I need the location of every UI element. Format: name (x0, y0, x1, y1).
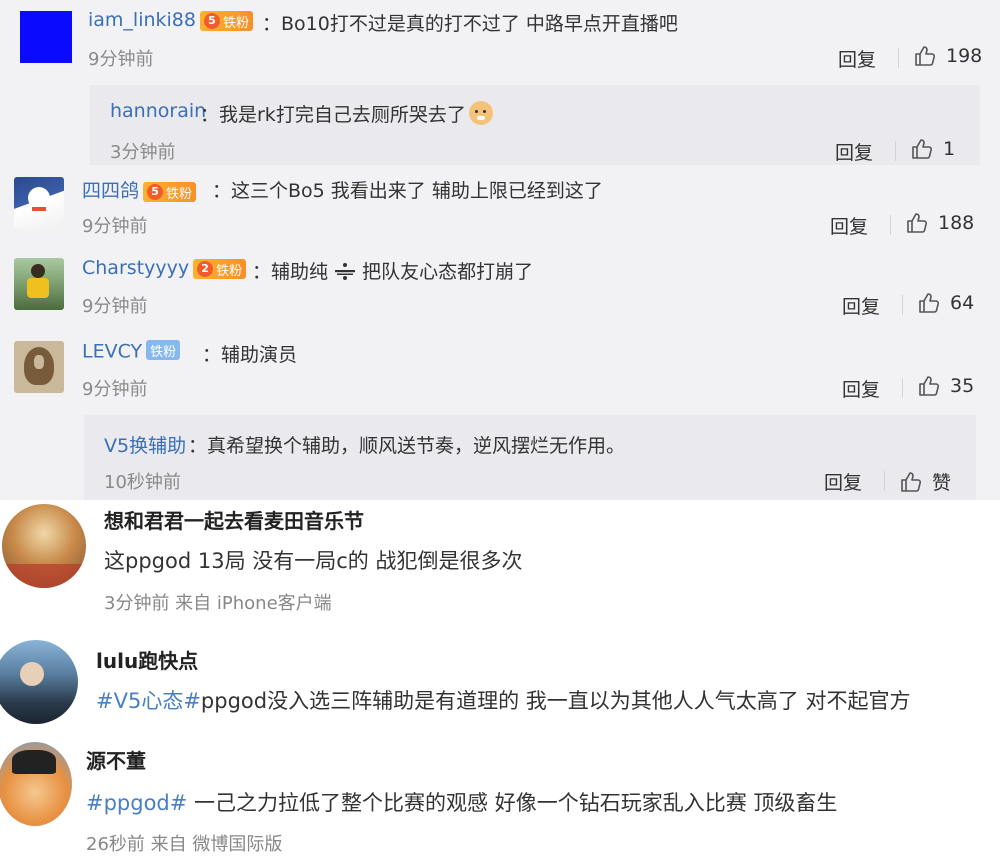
divide-icon (335, 263, 356, 280)
divider (890, 215, 891, 235)
username[interactable]: iam_linki88 5 铁粉 (88, 9, 254, 31)
reply-button[interactable]: 回复 (842, 292, 880, 319)
username[interactable]: 四四鸽 5 铁粉 (82, 176, 197, 203)
fan-badge-label: 铁粉 (150, 344, 177, 360)
fan-badge-label: 铁粉 (223, 15, 250, 31)
avatar[interactable] (2, 504, 86, 588)
fan-badge-label: 铁粉 (216, 263, 243, 279)
comment-text-part: 把队友心态都打崩了 (362, 261, 534, 283)
fan-badge: 铁粉 (146, 340, 181, 360)
comment-text: ：辅助纯 把队友心态都打崩了 (252, 257, 533, 284)
timestamp: 9分钟前 (82, 216, 148, 237)
post-text: 这ppgod 13局 没有一局c的 战犯倒是很多次 (104, 549, 523, 573)
like-count: 35 (950, 375, 975, 397)
divider (898, 48, 899, 68)
avatar[interactable] (0, 742, 72, 826)
reply-button[interactable]: 回复 (835, 138, 873, 165)
topic-link[interactable]: #V5心态# (96, 689, 201, 713)
crown-icon: 5 (204, 13, 220, 29)
fan-badge: 2 铁粉 (193, 259, 247, 279)
username[interactable]: hannorain (110, 100, 206, 122)
like-button[interactable]: 198 (914, 45, 982, 67)
username-text[interactable]: hannorain (110, 100, 206, 122)
doge-emoji-icon (468, 101, 493, 125)
thumbs-up-icon (907, 213, 928, 233)
reply-button[interactable]: 回复 (830, 212, 868, 239)
username-text[interactable]: LEVCY (82, 341, 142, 363)
post-username[interactable]: lulu跑快点 (96, 645, 198, 674)
crown-icon: 2 (197, 261, 214, 277)
username[interactable]: Charstyyyy 2 铁粉 (82, 257, 247, 279)
like-count: 188 (938, 212, 975, 234)
timestamp: 9分钟前 (82, 379, 148, 400)
topic-link[interactable]: #ppgod# (86, 791, 187, 815)
divider (884, 471, 885, 491)
reply-button[interactable]: 回复 (842, 375, 880, 402)
avatar[interactable] (14, 177, 64, 229)
fan-badge-label: 铁粉 (166, 186, 193, 202)
post-meta: 26秒前 来自 微博国际版 (86, 834, 283, 855)
avatar[interactable] (14, 341, 64, 393)
avatar[interactable] (14, 258, 64, 310)
crown-icon: 5 (147, 184, 164, 200)
fan-badge: 5 铁粉 (200, 11, 254, 31)
like-button[interactable]: 1 (911, 138, 955, 160)
thumbs-up-icon (915, 46, 936, 66)
reply-button[interactable]: 回复 (838, 45, 876, 72)
thumbs-up-icon (919, 376, 940, 396)
username-text[interactable]: 四四鸽 (82, 180, 139, 202)
comment-text: ：辅助演员 (202, 344, 298, 366)
like-button[interactable]: 赞 (900, 468, 951, 495)
timestamp: 3分钟前 (110, 142, 176, 163)
divider (895, 141, 896, 161)
post-text: #ppgod# 一己之力拉低了整个比赛的观感 好像一个钻石玩家乱入比赛 顶级畜生 (86, 787, 837, 817)
post-text: #V5心态#ppgod没入选三阵辅助是有道理的 我一直以为其他人人气太高了 对不… (96, 685, 910, 715)
thumbs-up-icon (919, 293, 940, 313)
post-username[interactable]: 源不董 (86, 745, 146, 774)
fan-badge: 5 铁粉 (143, 182, 197, 202)
avatar[interactable] (0, 640, 78, 724)
like-count: 64 (950, 292, 975, 314)
username-text[interactable]: Charstyyyy (82, 257, 189, 279)
timestamp: 9分钟前 (88, 49, 154, 70)
comment-text: ：真希望换个辅助，顺风送节奏，逆风摆烂无作用。 (188, 435, 626, 457)
like-button[interactable]: 35 (918, 375, 974, 397)
comment-text-part: ：辅助纯 (252, 261, 329, 283)
post-text-body: 一己之力拉低了整个比赛的观感 好像一个钻石玩家乱入比赛 顶级畜生 (187, 791, 838, 815)
like-count: 198 (946, 45, 983, 67)
like-count: 赞 (932, 472, 952, 494)
divider (902, 378, 903, 398)
post-meta: 3分钟前 来自 iPhone客户端 (104, 593, 332, 614)
like-button[interactable]: 64 (918, 292, 974, 314)
timestamp: 10秒钟前 (104, 472, 181, 493)
comment-text: ：Bo10打不过是真的打不过了 中路早点开直播吧 (262, 13, 678, 35)
avatar[interactable] (20, 11, 72, 63)
username[interactable]: LEVCY 铁粉 (82, 340, 181, 363)
username-text[interactable]: iam_linki88 (88, 9, 196, 31)
timestamp: 9分钟前 (82, 296, 148, 317)
comment-text: ：我是rk打完自己去厕所哭去了 (200, 100, 493, 127)
username[interactable]: V5换辅助 (104, 431, 186, 458)
divider (902, 295, 903, 315)
username-text[interactable]: V5换辅助 (104, 435, 186, 457)
comment-text: ：这三个Bo5 我看出来了 辅助上限已经到这了 (212, 180, 603, 202)
comment-text-body: ：我是rk打完自己去厕所哭去了 (200, 104, 466, 126)
post-text-body: ppgod没入选三阵辅助是有道理的 我一直以为其他人人气太高了 对不起官方 (200, 689, 911, 713)
post-username[interactable]: 想和君君一起去看麦田音乐节 (104, 505, 364, 534)
like-count: 1 (943, 138, 956, 160)
thumbs-up-icon (912, 139, 933, 159)
thumbs-up-icon (901, 471, 922, 492)
like-button[interactable]: 188 (906, 212, 974, 234)
reply-button[interactable]: 回复 (824, 468, 862, 495)
